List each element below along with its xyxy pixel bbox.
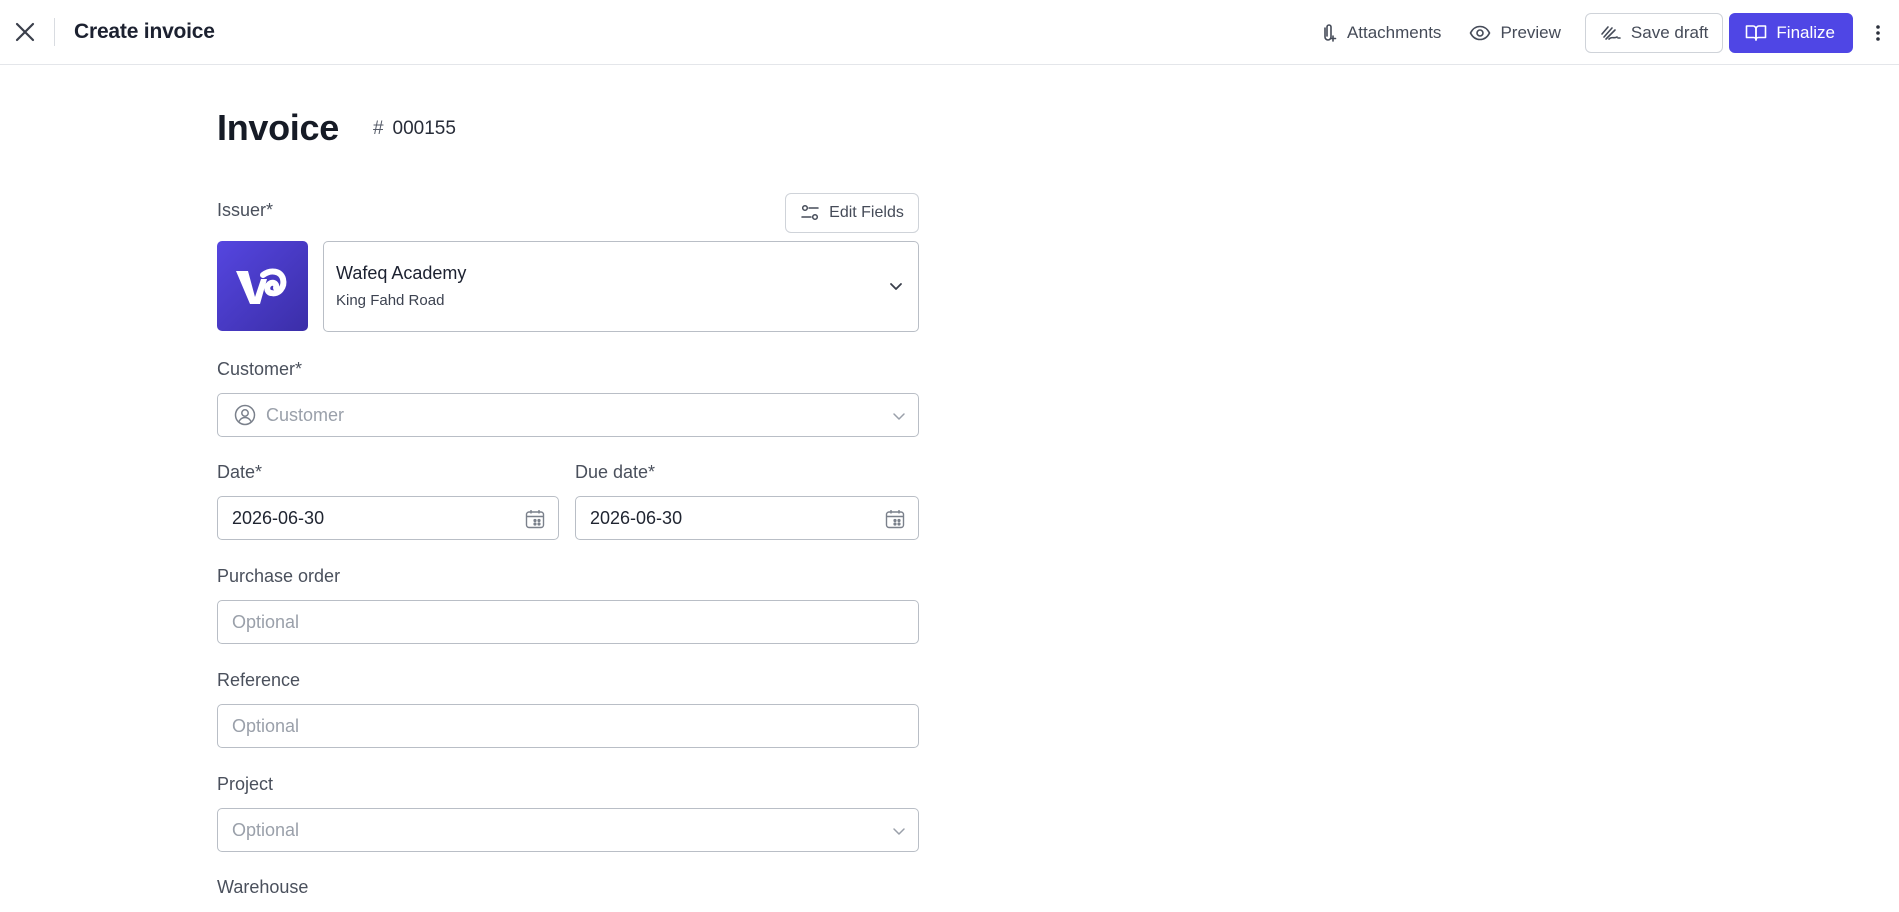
- chevron-down-icon: [890, 283, 902, 290]
- close-icon: [15, 22, 35, 42]
- purchase-order-input[interactable]: Optional: [217, 600, 919, 644]
- attachments-label: Attachments: [1346, 23, 1442, 42]
- chevron-down-icon: [893, 828, 905, 835]
- calendar-icon[interactable]: [524, 508, 546, 530]
- due-date-value: 2026-06-30: [590, 507, 683, 528]
- invoice-number-value: 000155: [392, 118, 456, 139]
- book-icon: [1746, 25, 1767, 41]
- attachments-button[interactable]: Attachments: [1304, 13, 1456, 53]
- edit-fields-label: Edit Fields: [829, 204, 904, 221]
- edit-fields-button[interactable]: Edit Fields: [785, 193, 919, 233]
- reference-label: Reference: [217, 670, 301, 690]
- reference-input[interactable]: Optional: [217, 704, 919, 748]
- more-vertical-icon: [1876, 25, 1880, 41]
- finalize-button[interactable]: Finalize: [1729, 13, 1853, 53]
- invoice-title-row: Invoice # 000155: [217, 107, 456, 149]
- header-actions: Attachments Preview Save draft Finalize: [1304, 13, 1899, 53]
- project-placeholder: Optional: [232, 819, 300, 840]
- paperclip-icon: [1324, 24, 1337, 42]
- project-select[interactable]: Optional: [217, 808, 919, 852]
- preview-button[interactable]: Preview: [1455, 13, 1574, 53]
- user-circle-icon: [234, 404, 256, 426]
- close-button[interactable]: [10, 16, 40, 48]
- date-input[interactable]: 2026-06-30: [217, 496, 559, 540]
- purchase-order-label: Purchase order: [217, 566, 341, 586]
- wafeq-logo-icon: [235, 268, 286, 304]
- issuer-select[interactable]: Wafeq Academy King Fahd Road: [323, 241, 919, 332]
- save-draft-button[interactable]: Save draft: [1584, 13, 1724, 53]
- issuer-address: King Fahd Road: [336, 292, 445, 309]
- date-value: 2026-06-30: [232, 507, 325, 528]
- chevron-down-icon: [893, 413, 905, 420]
- reference-placeholder: Optional: [232, 715, 300, 736]
- due-date-label: Due date*: [575, 462, 656, 482]
- more-options-button[interactable]: [1857, 13, 1899, 53]
- page-title: Create invoice: [74, 20, 215, 43]
- signature-icon: [1601, 26, 1621, 40]
- preview-label: Preview: [1500, 23, 1561, 42]
- warehouse-label: Warehouse: [217, 877, 309, 897]
- customer-label: Customer*: [217, 359, 303, 379]
- invoice-number[interactable]: # 000155: [373, 118, 456, 140]
- header-divider: [54, 18, 55, 46]
- top-bar: Create invoice Attachments Preview Save …: [0, 0, 1899, 65]
- invoice-title: Invoice: [217, 107, 339, 148]
- date-label: Date*: [217, 462, 263, 482]
- finalize-label: Finalize: [1776, 23, 1835, 42]
- calendar-icon[interactable]: [884, 508, 906, 530]
- due-date-input[interactable]: 2026-06-30: [575, 496, 919, 540]
- save-draft-label: Save draft: [1630, 23, 1709, 42]
- customer-placeholder: Customer: [266, 404, 345, 425]
- eye-icon: [1470, 25, 1491, 41]
- project-label: Project: [217, 774, 274, 794]
- customer-select[interactable]: Customer: [217, 393, 919, 437]
- issuer-name: Wafeq Academy: [336, 263, 467, 283]
- issuer-label: Issuer*: [217, 200, 274, 220]
- issuer-logo: [217, 241, 308, 331]
- invoice-number-prefix: #: [372, 118, 384, 139]
- purchase-order-placeholder: Optional: [232, 611, 300, 632]
- sliders-icon: [801, 204, 819, 221]
